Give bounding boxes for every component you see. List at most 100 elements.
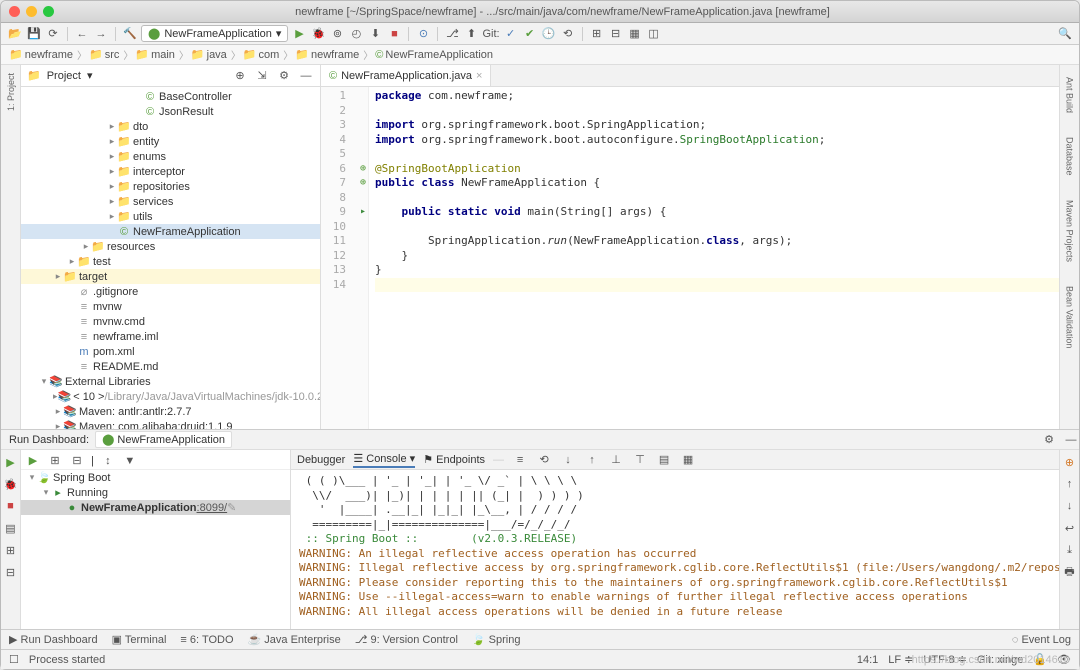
todo-tab[interactable]: ≡ 6: TODO bbox=[180, 634, 233, 646]
run-small-icon[interactable]: ▶ bbox=[25, 453, 41, 469]
rerun-icon[interactable]: ▶ bbox=[3, 454, 19, 470]
tool-icon[interactable]: ⊤ bbox=[632, 452, 648, 468]
tool-icon[interactable]: ⊞ bbox=[47, 453, 63, 469]
build-icon[interactable]: 🔨 bbox=[122, 26, 138, 42]
filter-funnel-icon[interactable]: ▼ bbox=[122, 453, 138, 469]
tree-node[interactable]: ▸📁interceptor bbox=[21, 164, 320, 179]
tree-node[interactable]: ▸📁enums bbox=[21, 149, 320, 164]
breadcrumb-item[interactable]: 📁 newframe bbox=[295, 47, 373, 62]
dashboard-tree-node[interactable]: ▾▸Running bbox=[21, 485, 290, 500]
breadcrumb-item[interactable]: © NewFrameApplication bbox=[375, 49, 493, 61]
tree-node[interactable]: ▾📚External Libraries bbox=[21, 374, 320, 389]
ant-build-tab[interactable]: Ant Build bbox=[1063, 73, 1077, 117]
profile-icon[interactable]: ◴ bbox=[348, 26, 364, 42]
tool-icon[interactable]: ↕ bbox=[100, 453, 116, 469]
editor-tab[interactable]: © NewFrameApplication.java × bbox=[321, 65, 491, 86]
print-icon[interactable]: 🖶 bbox=[1062, 564, 1078, 580]
tree-node[interactable]: ▸📁test bbox=[21, 254, 320, 269]
run-dashboard-tab[interactable]: ▶ Run Dashboard bbox=[9, 633, 98, 646]
tree-node[interactable]: ≡mvnw.cmd bbox=[21, 314, 320, 329]
debugger-tab[interactable]: Debugger bbox=[297, 454, 345, 466]
stop-icon[interactable]: ■ bbox=[386, 26, 402, 42]
tree-node[interactable]: ⌀.gitignore bbox=[21, 284, 320, 299]
project-tool-tab[interactable]: 1: Project bbox=[4, 69, 18, 115]
minimize-window-button[interactable] bbox=[26, 6, 37, 17]
filter-icon[interactable]: ▤ bbox=[3, 520, 19, 536]
up-icon[interactable]: ↑ bbox=[1062, 476, 1078, 492]
tool4-icon[interactable]: ◫ bbox=[646, 26, 662, 42]
coverage-icon[interactable]: ⊚ bbox=[329, 26, 345, 42]
breadcrumb-item[interactable]: 📁 java bbox=[191, 47, 241, 62]
tree-node[interactable]: ▸📚< 10 > /Library/Java/JavaVirtualMachin… bbox=[21, 389, 320, 404]
tool-icon[interactable]: ⊥ bbox=[608, 452, 624, 468]
tree-node[interactable]: ©BaseController bbox=[21, 89, 320, 104]
tree-node[interactable]: ▸📁target bbox=[21, 269, 320, 284]
debug-icon[interactable]: 🐞 bbox=[310, 26, 326, 42]
tree-node[interactable]: ▸📁services bbox=[21, 194, 320, 209]
tree-node[interactable]: ▸📁repositories bbox=[21, 179, 320, 194]
tool-icon[interactable]: ≡ bbox=[512, 452, 528, 468]
tree-node[interactable]: ▸📁resources bbox=[21, 239, 320, 254]
breadcrumb-item[interactable]: 📁 newframe bbox=[9, 47, 87, 62]
back-icon[interactable]: ← bbox=[74, 26, 90, 42]
database-tab[interactable]: Database bbox=[1063, 133, 1077, 180]
zoom-window-button[interactable] bbox=[43, 6, 54, 17]
event-log-tab[interactable]: ◌ Event Log bbox=[1012, 634, 1071, 646]
update-icon[interactable]: ✓ bbox=[503, 26, 519, 42]
run-config-selector[interactable]: ⬤ NewFrameApplication ▾ bbox=[141, 25, 288, 42]
commit-icon[interactable]: ✔ bbox=[522, 26, 538, 42]
tree-node[interactable]: ≡newframe.iml bbox=[21, 329, 320, 344]
close-tab-icon[interactable]: × bbox=[476, 70, 482, 82]
java-ee-tab[interactable]: ☕ Java Enterprise bbox=[248, 633, 341, 646]
save-icon[interactable]: 💾 bbox=[26, 26, 42, 42]
scroll-from-source-icon[interactable]: ⊕ bbox=[232, 68, 248, 84]
tree-node[interactable]: ▸📚Maven: com.alibaba:druid:1.1.9 bbox=[21, 419, 320, 429]
close-window-button[interactable] bbox=[9, 6, 20, 17]
tree-node[interactable]: mpom.xml bbox=[21, 344, 320, 359]
tool-icon[interactable]: ↑ bbox=[584, 452, 600, 468]
bean-validation-tab[interactable]: Bean Validation bbox=[1063, 282, 1077, 352]
breadcrumb-item[interactable]: 📁 com bbox=[243, 47, 293, 62]
settings-icon[interactable]: ⊙ bbox=[415, 26, 431, 42]
spring-tab[interactable]: 🍃 Spring bbox=[472, 633, 521, 646]
vcs-icon[interactable]: ⎇ bbox=[444, 26, 460, 42]
stop-icon[interactable]: ■ bbox=[3, 498, 19, 514]
collapse-all-icon[interactable]: ⇲ bbox=[254, 68, 270, 84]
soft-wrap-icon[interactable]: ↩ bbox=[1062, 520, 1078, 536]
console-tab[interactable]: Console bbox=[366, 453, 406, 465]
line-separator[interactable]: LF ≑ bbox=[888, 653, 913, 666]
tree-node[interactable]: ©JsonResult bbox=[21, 104, 320, 119]
run-icon[interactable]: ▶ bbox=[291, 26, 307, 42]
dashboard-gear-icon[interactable]: ⚙ bbox=[1041, 432, 1057, 448]
attach-icon[interactable]: ⬇ bbox=[367, 26, 383, 42]
code-content[interactable]: package com.newframe; import org.springf… bbox=[369, 87, 1059, 429]
dashboard-tree-node[interactable]: ▾🍃Spring Boot bbox=[21, 470, 290, 485]
tree-node[interactable]: ▸📁entity bbox=[21, 134, 320, 149]
dashboard-hide-icon[interactable]: — bbox=[1063, 432, 1079, 448]
tool-icon[interactable]: ▦ bbox=[680, 452, 696, 468]
dashboard-tree[interactable]: ▶ ⊞ ⊟ | ↕ ▼ ▾🍃Spring Boot▾▸Running●NewFr… bbox=[21, 450, 291, 629]
collapse-icon[interactable]: ⊟ bbox=[3, 564, 19, 580]
down-icon[interactable]: ↓ bbox=[1062, 498, 1078, 514]
history-icon[interactable]: 🕒 bbox=[541, 26, 557, 42]
breadcrumb-item[interactable]: 📁 src bbox=[89, 47, 133, 62]
dashboard-tab-label[interactable]: NewFrameApplication bbox=[117, 434, 225, 446]
tool-icon[interactable]: ⊟ bbox=[69, 453, 85, 469]
tool2-icon[interactable]: ⊟ bbox=[608, 26, 624, 42]
dashboard-tree-node[interactable]: ●NewFrameApplication :8099/ ✎ bbox=[21, 500, 290, 515]
open-icon[interactable]: 📂 bbox=[7, 26, 23, 42]
vcs-tab[interactable]: ⎇ 9: Version Control bbox=[355, 633, 458, 646]
tree-node[interactable]: ▸📚Maven: antlr:antlr:2.7.7 bbox=[21, 404, 320, 419]
code-editor[interactable]: 12345⊕6⊕78▸91011121314 package com.newfr… bbox=[321, 87, 1059, 429]
tree-node[interactable]: ≡README.md bbox=[21, 359, 320, 374]
console-output[interactable]: ( ( )\___ | '_ | '_| | '_ \/ _` | \ \ \ … bbox=[291, 470, 1059, 629]
forward-icon[interactable]: → bbox=[93, 26, 109, 42]
caret-position[interactable]: 14:1 bbox=[857, 654, 878, 666]
maven-tab[interactable]: Maven Projects bbox=[1063, 196, 1077, 266]
tree-node[interactable]: ©NewFrameApplication bbox=[21, 224, 320, 239]
tree-node[interactable]: ▸📁utils bbox=[21, 209, 320, 224]
tool-icon[interactable]: ↓ bbox=[560, 452, 576, 468]
tree-node[interactable]: ≡mvnw bbox=[21, 299, 320, 314]
terminal-tab[interactable]: ▣ Terminal bbox=[112, 633, 167, 646]
vcs-icon2[interactable]: ⬆ bbox=[463, 26, 479, 42]
